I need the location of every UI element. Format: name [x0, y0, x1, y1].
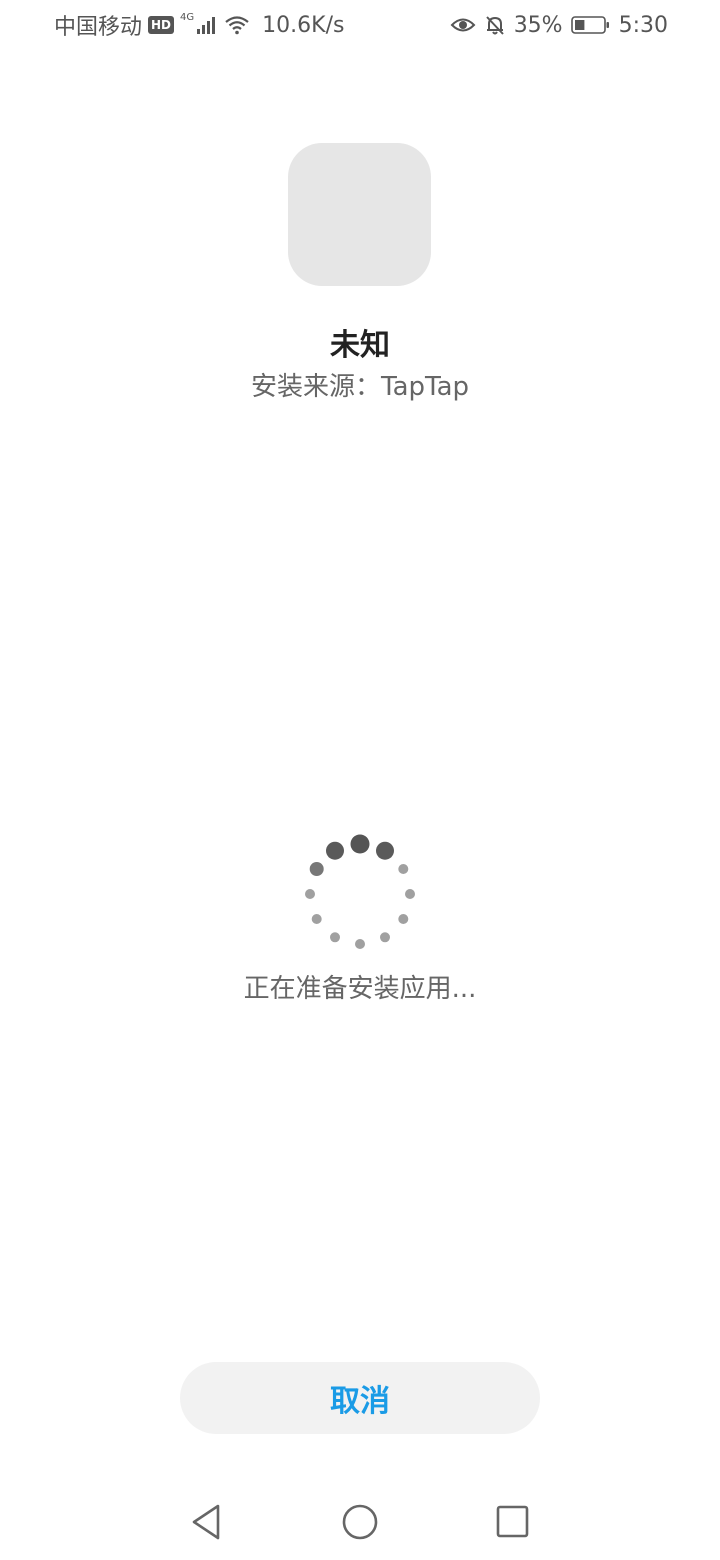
loading-spinner	[305, 834, 415, 949]
spinner-dot	[355, 939, 365, 949]
progress-message: 正在准备安装应用...	[243, 974, 477, 1004]
hd-badge: HD	[148, 16, 175, 34]
battery-icon	[570, 15, 611, 35]
spinner-dot	[305, 889, 315, 899]
back-icon[interactable]	[184, 1500, 228, 1544]
battery-percent: 35%	[513, 12, 563, 38]
home-icon[interactable]	[338, 1500, 382, 1544]
app-name: 未知	[330, 328, 390, 363]
install-screen: 中国移动 HD 4G 10.6K/s 35% 5:30 未知 安装来源：TapT…	[0, 0, 720, 1560]
wifi-icon	[224, 15, 250, 35]
status-bar: 中国移动 HD 4G 10.6K/s 35% 5:30	[0, 0, 720, 50]
app-icon-placeholder	[288, 143, 431, 286]
clock-time: 5:30	[618, 12, 668, 38]
spinner-dot	[311, 914, 322, 924]
signal-icon	[196, 15, 218, 35]
status-left: 中国移动 HD 4G 10.6K/s	[54, 10, 344, 40]
spinner-dot	[350, 834, 370, 854]
spinner-dot	[376, 841, 394, 860]
status-right: 35% 5:30	[450, 10, 668, 40]
mute-bell-icon	[484, 14, 506, 36]
spinner-dot	[330, 932, 340, 943]
carrier-name: 中国移动	[54, 15, 143, 40]
navigation-bar	[0, 1480, 720, 1560]
cancel-button[interactable]: 取消	[180, 1362, 540, 1434]
network-type: 4G	[180, 12, 195, 23]
spinner-dot	[309, 862, 324, 876]
spinner-dot	[380, 932, 390, 943]
install-source: 安装来源：TapTap	[250, 372, 470, 402]
eye-icon	[450, 15, 476, 35]
net-speed: 10.6K/s	[262, 12, 345, 38]
spinner-dot	[398, 864, 409, 874]
spinner-dot	[398, 914, 409, 924]
recents-icon[interactable]	[490, 1500, 534, 1544]
spinner-dot	[326, 841, 344, 860]
spinner-dot	[405, 889, 415, 899]
